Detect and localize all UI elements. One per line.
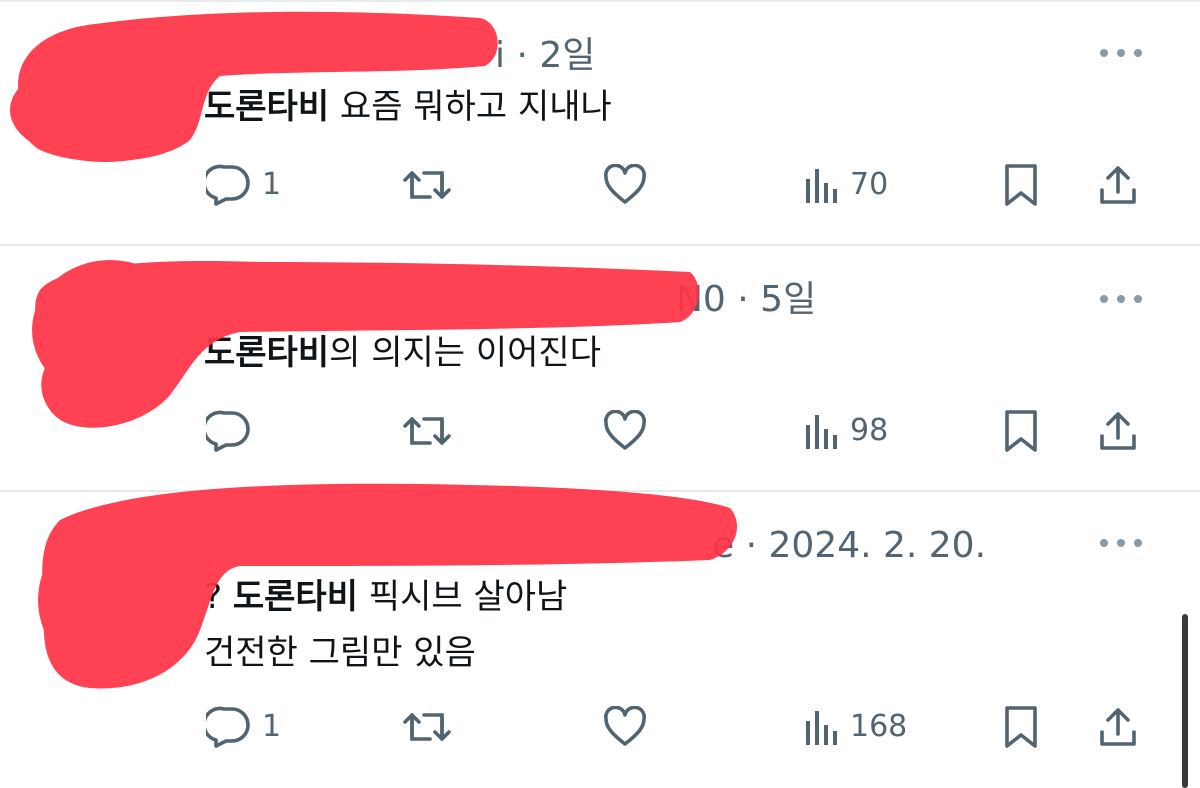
- heart-icon: [604, 706, 646, 746]
- share-button[interactable]: [1098, 160, 1138, 210]
- bar-chart-icon: [806, 169, 837, 203]
- reply-button[interactable]: 1: [206, 160, 281, 210]
- heart-icon: [604, 410, 646, 450]
- reply-post[interactable]: N0 · 5일 도론타비의 의지는 이어진다 98: [0, 246, 1200, 490]
- scrollbar-thumb[interactable]: [1182, 614, 1188, 788]
- post-text: 건전한 그림만 있음: [204, 633, 476, 673]
- bar-chart-icon: [806, 415, 837, 449]
- mention-link[interactable]: 도론타비: [204, 333, 329, 373]
- share-upload-icon: [1100, 412, 1136, 450]
- post-prefix: ?: [204, 577, 233, 617]
- views-button[interactable]: 98: [804, 406, 888, 456]
- repost-button[interactable]: [402, 160, 452, 210]
- mention-link[interactable]: 도론타비: [233, 577, 358, 617]
- reply-button[interactable]: [206, 406, 262, 456]
- views-button[interactable]: 70: [804, 160, 888, 210]
- like-button[interactable]: [602, 406, 648, 456]
- action-bar: 1 168: [0, 702, 1200, 752]
- repost-arrows-icon: [403, 713, 451, 741]
- like-button[interactable]: [602, 160, 648, 210]
- post-text: 픽시브 살아남: [357, 577, 568, 617]
- speech-bubble-icon: [206, 164, 250, 206]
- repost-button[interactable]: [402, 702, 452, 752]
- more-options-icon[interactable]: [1100, 294, 1142, 304]
- post-meta: i · 2일: [495, 35, 596, 76]
- repost-arrows-icon: [403, 417, 451, 445]
- speech-bubble-icon: [206, 706, 250, 748]
- mention-link[interactable]: 도론타비: [204, 87, 329, 127]
- share-button[interactable]: [1098, 702, 1138, 752]
- view-count: 98: [850, 413, 889, 448]
- action-bar: 1 70: [0, 160, 1200, 210]
- share-upload-icon: [1100, 708, 1136, 746]
- views-button[interactable]: 168: [804, 702, 907, 752]
- heart-icon: [604, 164, 646, 204]
- reply-count: 1: [262, 709, 282, 744]
- repost-button[interactable]: [402, 406, 452, 456]
- reply-post[interactable]: e · 2024. 2. 20. ? 도론타비 픽시브 살아남 건전한 그림만 …: [0, 492, 1200, 788]
- repost-arrows-icon: [403, 171, 451, 199]
- reply-post[interactable]: i · 2일 도론타비 요즘 뭐하고 지내나 1 70: [0, 0, 1200, 246]
- more-options-icon[interactable]: [1100, 48, 1142, 58]
- like-button[interactable]: [602, 702, 648, 752]
- share-button[interactable]: [1098, 406, 1138, 456]
- bookmark-icon: [1005, 410, 1037, 452]
- post-text-line: 도론타비 요즘 뭐하고 지내나: [204, 90, 612, 124]
- view-count: 168: [850, 709, 908, 744]
- post-meta: e · 2024. 2. 20.: [712, 525, 987, 566]
- reply-count: 1: [262, 167, 282, 202]
- bookmark-icon: [1005, 164, 1037, 206]
- view-count: 70: [850, 167, 889, 202]
- post-meta: N0 · 5일: [676, 279, 817, 320]
- bookmark-button[interactable]: [1003, 702, 1039, 752]
- reply-button[interactable]: 1: [206, 702, 281, 752]
- post-text: 의 의지는 이어진다: [329, 333, 601, 373]
- bar-chart-icon: [806, 711, 837, 745]
- bookmark-button[interactable]: [1003, 406, 1039, 456]
- bookmark-icon: [1005, 706, 1037, 748]
- bookmark-button[interactable]: [1003, 160, 1039, 210]
- post-text-line: 도론타비의 의지는 이어진다: [204, 336, 601, 370]
- share-upload-icon: [1100, 166, 1136, 204]
- post-text-line: ? 도론타비 픽시브 살아남: [204, 580, 567, 614]
- speech-bubble-icon: [206, 410, 250, 452]
- replies-timeline: i · 2일 도론타비 요즘 뭐하고 지내나 1 70 N0 · 5일 도론타비…: [0, 0, 1200, 788]
- post-text-line: 건전한 그림만 있음: [204, 636, 476, 670]
- more-options-icon[interactable]: [1100, 538, 1142, 548]
- post-text: 요즘 뭐하고 지내나: [329, 87, 612, 127]
- action-bar: 98: [0, 406, 1200, 456]
